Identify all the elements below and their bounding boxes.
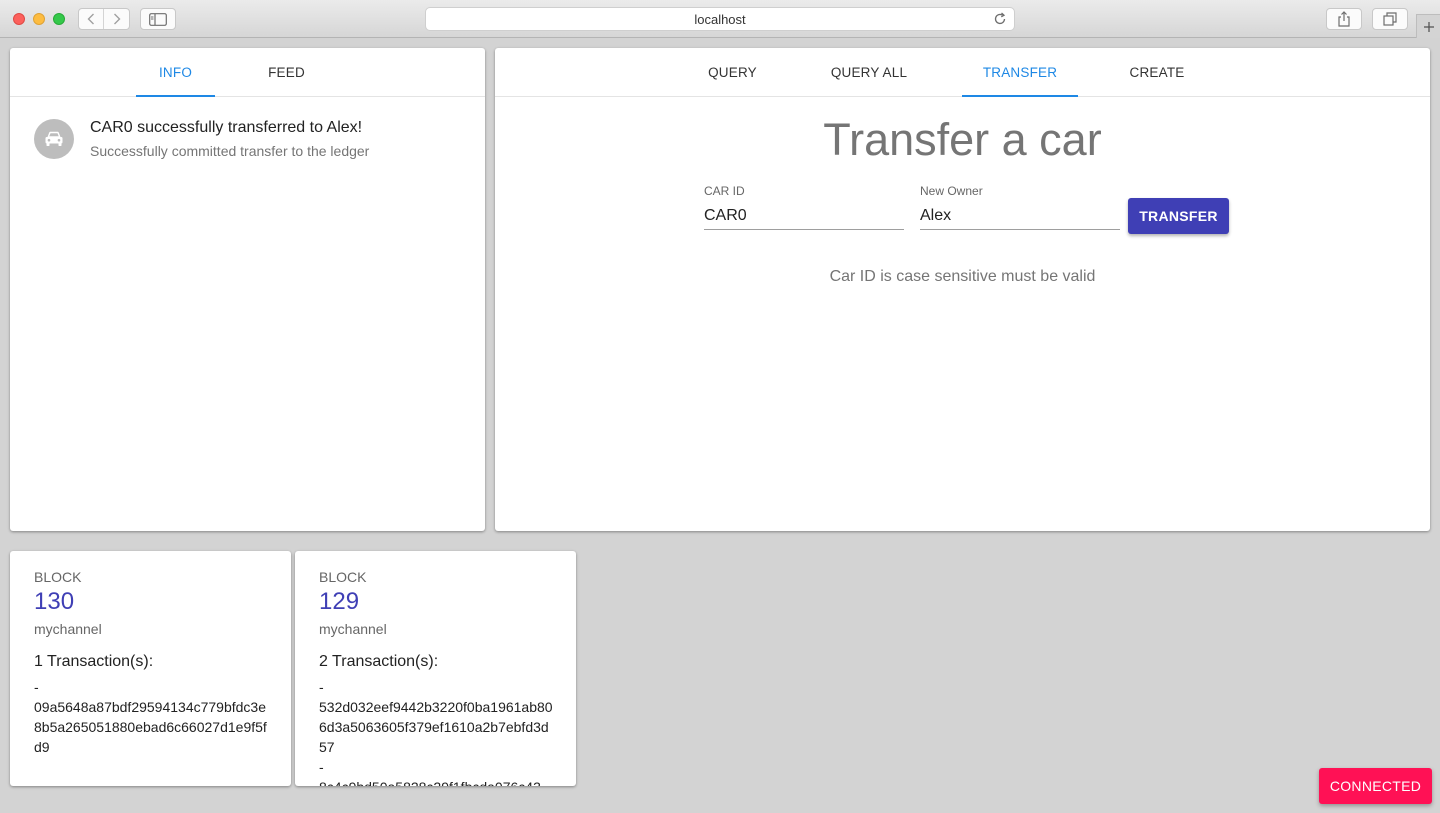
transaction-count: 1 Transaction(s):: [34, 653, 154, 670]
block-channel: mychannel: [34, 621, 102, 637]
notification-avatar: [34, 119, 74, 159]
minimize-window-button[interactable]: [33, 13, 45, 25]
share-icon: [1338, 11, 1350, 27]
block-card: BLOCK 129 mychannel 2 Transaction(s): - …: [295, 551, 576, 786]
info-panel: INFO FEED CAR0 successfully transferred …: [10, 48, 485, 531]
tab-create[interactable]: CREATE: [1108, 48, 1206, 96]
transaction-separator: -: [319, 759, 324, 775]
new-owner-label: New Owner: [920, 184, 983, 198]
transaction-id: 532d032eef9442b3220f0ba1961ab806d3a50636…: [319, 699, 553, 755]
transaction-list: - 09a5648a87bdf29594134c779bfdc3e8b5a265…: [34, 677, 269, 757]
new-tab-button[interactable]: [1416, 14, 1440, 38]
connection-status-button[interactable]: CONNECTED: [1319, 768, 1432, 804]
info-tab-bar: INFO FEED: [10, 48, 485, 97]
forward-button[interactable]: [104, 9, 129, 29]
tab-info[interactable]: INFO: [136, 48, 215, 97]
block-number: 130: [34, 588, 75, 615]
car-id-label: CAR ID: [704, 184, 745, 198]
close-window-button[interactable]: [13, 13, 25, 25]
car-icon: [45, 131, 63, 146]
tab-query[interactable]: QUERY: [686, 48, 779, 96]
transfer-button[interactable]: TRANSFER: [1128, 198, 1229, 234]
reload-icon[interactable]: [993, 12, 1007, 26]
share-button[interactable]: [1326, 8, 1362, 30]
url-text: localhost: [694, 11, 746, 27]
sidebar-toggle-button[interactable]: [140, 8, 176, 30]
nav-buttons: [78, 8, 130, 30]
zoom-window-button[interactable]: [53, 13, 65, 25]
block-number: 129: [319, 588, 360, 615]
browser-titlebar: localhost: [0, 0, 1440, 38]
transaction-list: - 532d032eef9442b3220f0ba1961ab806d3a506…: [319, 677, 554, 786]
tab-transfer[interactable]: TRANSFER: [962, 48, 1078, 97]
transaction-id: 09a5648a87bdf29594134c779bfdc3e8b5a26505…: [34, 699, 267, 755]
transaction-id: 8c4c9bd50a5828c29f1fbcda076c43: [319, 777, 554, 786]
notification-subtitle: Successfully committed transfer to the l…: [90, 143, 370, 159]
block-card: BLOCK 130 mychannel 1 Transaction(s): - …: [10, 551, 291, 786]
tab-query-all[interactable]: QUERY ALL: [810, 48, 928, 96]
form-title: Transfer a car: [823, 114, 1102, 165]
helper-text: Car ID is case sensitive must be valid: [829, 268, 1096, 285]
transaction-separator: -: [319, 679, 324, 695]
plus-icon: [1423, 21, 1434, 32]
transaction-separator: -: [34, 679, 39, 695]
sidebar-icon: [149, 12, 167, 26]
show-tabs-button[interactable]: [1372, 8, 1408, 30]
notification-title: CAR0 successfully transferred to Alex!: [90, 119, 363, 136]
chevron-left-icon: [87, 13, 94, 25]
tab-feed[interactable]: FEED: [247, 48, 326, 96]
block-channel: mychannel: [319, 621, 387, 637]
address-bar[interactable]: localhost: [425, 7, 1015, 31]
actions-panel: QUERY QUERY ALL TRANSFER CREATE Transfer…: [495, 48, 1430, 531]
chevron-right-icon: [113, 13, 120, 25]
actions-tab-bar: QUERY QUERY ALL TRANSFER CREATE: [495, 48, 1430, 97]
back-button[interactable]: [79, 9, 104, 29]
new-owner-input[interactable]: [920, 202, 1120, 230]
block-label: BLOCK: [34, 569, 82, 585]
car-id-input[interactable]: [704, 202, 904, 230]
tabs-overview-icon: [1383, 12, 1397, 26]
transaction-count: 2 Transaction(s):: [319, 653, 439, 670]
block-label: BLOCK: [319, 569, 367, 585]
